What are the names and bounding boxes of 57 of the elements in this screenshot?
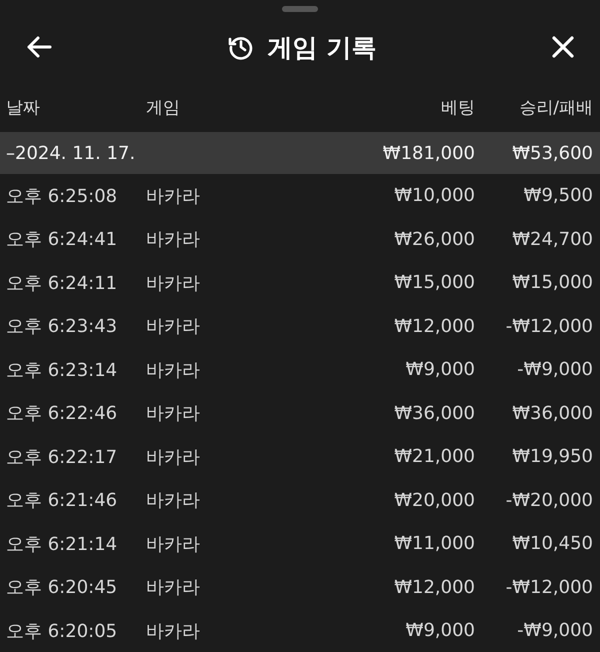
back-arrow-icon[interactable] <box>26 36 52 58</box>
result-cell-text: ₩36,000 <box>511 402 593 424</box>
bet-cell-text: ₩26,000 <box>393 228 475 250</box>
bet-cell-text: ₩20,000 <box>393 490 475 511</box>
bet-cell-text: ₩15,000 <box>393 272 475 294</box>
column-header: 승리/패배 <box>518 96 593 118</box>
time-cell-text: 오후 6:20:45 <box>6 576 118 600</box>
bet-cell-text: ₩10,000 <box>393 185 475 206</box>
bet-cell-text: ₩9,000 <box>404 359 475 380</box>
date-group-row[interactable]: –2024. 11. 17. ₩181,000 ₩53,600 <box>0 132 600 174</box>
result-cell-text: ₩15,000 <box>511 272 593 294</box>
result-cell-text: -₩12,000 <box>504 316 593 337</box>
drag-handle[interactable] <box>282 6 318 12</box>
result-cell-text: -₩12,000 <box>504 576 593 598</box>
time-cell-text: 오후 6:24:11 <box>6 272 118 295</box>
bet-cell-text: ₩12,000 <box>393 576 475 598</box>
game-cell-text: 바카라 <box>146 446 201 469</box>
time-cell-text: 오후 6:21:14 <box>6 532 118 556</box>
time-cell-text: 오후 6:21:46 <box>6 489 118 512</box>
game-cell-text: 바카라 <box>146 358 201 382</box>
game-cell-text: 바카라 <box>146 272 201 295</box>
group-bet-total: ₩181,000 <box>382 142 475 164</box>
bet-cell-text: ₩11,000 <box>393 533 475 554</box>
time-cell-text: 오후 6:22:17 <box>6 446 118 469</box>
result-cell-text: ₩19,950 <box>511 446 593 468</box>
game-cell-text: 바카라 <box>146 576 201 600</box>
bet-cell-text: ₩21,000 <box>393 446 475 468</box>
window-title: 게임 기록 <box>268 32 376 64</box>
result-cell-text: -₩20,000 <box>504 490 593 511</box>
result-cell-text: ₩10,450 <box>511 533 593 554</box>
time-cell-text: 오후 6:25:08 <box>6 184 118 208</box>
result-cell-text: -₩9,000 <box>516 359 593 380</box>
bet-cell-text: ₩9,000 <box>404 620 475 642</box>
game-cell-text: 바카라 <box>146 620 201 643</box>
time-cell-text: 오후 6:24:41 <box>6 228 118 252</box>
game-cell-text: 바카라 <box>146 489 201 512</box>
game-cell-text: 바카라 <box>146 228 201 252</box>
group-result-total: ₩53,600 <box>511 142 593 164</box>
time-cell-text: 오후 6:22:46 <box>6 402 118 426</box>
bet-cell-text: ₩12,000 <box>393 316 475 337</box>
result-cell-text: -₩9,000 <box>516 620 593 642</box>
close-icon[interactable] <box>552 36 574 58</box>
bet-cell-text: ₩36,000 <box>393 402 475 424</box>
time-cell-text: 오후 6:20:05 <box>6 620 118 643</box>
column-header: 베팅 <box>440 96 475 118</box>
time-cell-text: 오후 6:23:43 <box>6 315 118 338</box>
result-cell-text: ₩9,500 <box>522 185 593 206</box>
result-cell-text: ₩24,700 <box>511 228 593 250</box>
time-cell-text: 오후 6:23:14 <box>6 358 118 382</box>
column-header: 게임 <box>146 96 181 118</box>
history-icon <box>228 34 254 60</box>
group-date: –2024. 11. 17. <box>6 142 136 164</box>
game-cell-text: 바카라 <box>146 402 201 426</box>
game-cell-text: 바카라 <box>146 184 201 208</box>
game-cell-text: 바카라 <box>146 532 201 556</box>
game-cell-text: 바카라 <box>146 315 201 338</box>
column-header: 날짜 <box>6 96 41 118</box>
